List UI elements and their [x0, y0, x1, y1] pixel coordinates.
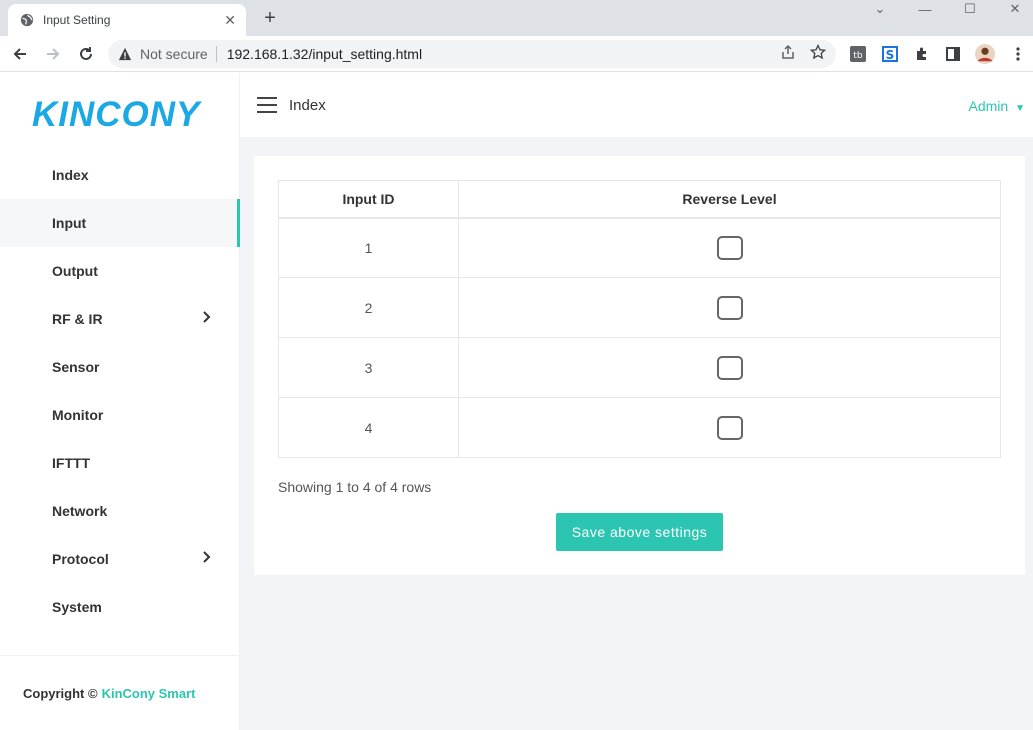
sidebar-item-sensor[interactable]: Sensor	[0, 343, 240, 391]
new-tab-button[interactable]: +	[258, 6, 282, 30]
share-icon[interactable]	[780, 44, 796, 60]
input-settings-table: Input ID Reverse Level 1 2 3 4	[278, 180, 1001, 458]
table-row: 1	[278, 217, 1001, 278]
reverse-level-checkbox[interactable]	[716, 355, 743, 380]
browser-toolbar: Not secure 192.168.1.32/input_setting.ht…	[0, 36, 1033, 72]
back-icon[interactable]	[8, 42, 32, 66]
caret-down-icon: ▼	[1015, 103, 1025, 114]
warning-icon[interactable]	[118, 47, 132, 61]
extension-s-icon[interactable]: S	[880, 44, 900, 64]
security-label[interactable]: Not secure	[140, 46, 208, 62]
sidebar-footer: Copyright © KinCony Smart	[0, 655, 240, 730]
sidebar-item-network[interactable]: Network	[0, 487, 240, 535]
col-input-id[interactable]: Input ID	[278, 180, 459, 219]
sidebar-item-output[interactable]: Output	[0, 247, 240, 295]
save-settings-button[interactable]: Save above settings	[556, 513, 723, 551]
table-row: 2	[278, 277, 1001, 338]
sidebar-item-label: IFTTT	[52, 455, 91, 471]
sidebar-item-monitor[interactable]: Monitor	[0, 391, 240, 439]
url-text[interactable]: 192.168.1.32/input_setting.html	[227, 46, 422, 62]
sidebar-item-label: Monitor	[52, 407, 104, 423]
minimize-icon[interactable]: —	[910, 0, 940, 18]
reverse-level-checkbox[interactable]	[716, 415, 743, 440]
maximize-icon[interactable]: ☐	[955, 0, 985, 18]
reverse-level-checkbox[interactable]	[716, 235, 743, 260]
input-id-cell: 3	[278, 337, 459, 398]
input-id-cell: 2	[278, 277, 459, 338]
sidebar-item-label: Network	[52, 503, 108, 519]
svg-text:tb: tb	[853, 51, 863, 61]
admin-label: Admin	[968, 98, 1009, 114]
table-row: 4	[278, 397, 1001, 458]
sidebar-item-label: Index	[52, 167, 89, 183]
address-bar[interactable]: Not secure 192.168.1.32/input_setting.ht…	[108, 40, 836, 68]
sidebar-item-protocol[interactable]: Protocol	[0, 535, 240, 583]
sidebar-item-rf-ir[interactable]: RF & IR	[0, 295, 240, 343]
kincony-logo[interactable]: KINCONY	[32, 95, 200, 135]
sidebar-item-label: Protocol	[52, 551, 109, 567]
sidepanel-icon[interactable]	[943, 44, 963, 64]
globe-icon	[20, 13, 34, 27]
window-close-icon[interactable]: ✕	[1000, 0, 1030, 18]
chevron-right-icon	[203, 551, 211, 563]
sidebar: KINCONY Index Input Output RF & IR Senso…	[0, 73, 240, 730]
table-header-row: Input ID Reverse Level	[278, 180, 1001, 219]
sidebar-item-system[interactable]: System	[0, 583, 240, 631]
browser-menu-icon[interactable]	[1008, 44, 1028, 64]
sidebar-item-label: Sensor	[52, 359, 100, 375]
sidebar-item-ifttt[interactable]: IFTTT	[0, 439, 240, 487]
sidebar-item-label: RF & IR	[52, 311, 103, 327]
sidebar-item-label: Output	[52, 263, 98, 279]
tab-title: Input Setting	[43, 13, 111, 27]
browser-tab[interactable]: Input Setting ✕	[8, 4, 246, 36]
forward-icon[interactable]	[41, 42, 65, 66]
admin-dropdown[interactable]: Admin ▼	[969, 98, 1025, 114]
browser-tabstrip: Input Setting ✕ + ⌄ — ☐ ✕	[0, 0, 1033, 36]
col-reverse-level[interactable]: Reverse Level	[458, 180, 1001, 219]
pagination-info: Showing 1 to 4 of 4 rows	[278, 479, 432, 495]
sidebar-item-input[interactable]: Input	[0, 199, 240, 247]
extensions-puzzle-icon[interactable]	[912, 44, 932, 64]
chevron-right-icon	[203, 311, 211, 323]
reverse-level-checkbox[interactable]	[716, 295, 743, 320]
input-id-cell: 1	[278, 217, 459, 278]
bookmark-star-icon[interactable]	[810, 44, 826, 60]
sidebar-item-label: Input	[52, 215, 87, 231]
reload-icon[interactable]	[74, 42, 98, 66]
omnibox-divider	[215, 46, 217, 62]
main-area: Index Admin ▼ Input ID Reverse Level 1 2	[240, 73, 1033, 730]
profile-avatar[interactable]	[975, 44, 995, 64]
copyright-brand-link[interactable]: KinCony Smart	[102, 686, 196, 701]
page-title: Index	[289, 97, 326, 114]
sidebar-menu: Index Input Output RF & IR Sensor Monito…	[0, 151, 240, 631]
table-row: 3	[278, 337, 1001, 398]
hamburger-menu-icon[interactable]	[257, 97, 277, 113]
copyright-text: Copyright ©	[23, 685, 98, 701]
input-settings-card: Input ID Reverse Level 1 2 3 4 Showing 1…	[254, 156, 1025, 575]
svg-text:S: S	[886, 48, 895, 62]
extension-tb-icon[interactable]: tb	[848, 44, 868, 64]
tab-search-icon[interactable]: ⌄	[865, 0, 895, 18]
input-id-cell: 4	[278, 397, 459, 458]
sidebar-item-index[interactable]: Index	[0, 151, 240, 199]
top-header: Index Admin ▼	[240, 73, 1033, 137]
close-tab-icon[interactable]: ✕	[224, 13, 236, 27]
sidebar-item-label: System	[52, 599, 102, 615]
